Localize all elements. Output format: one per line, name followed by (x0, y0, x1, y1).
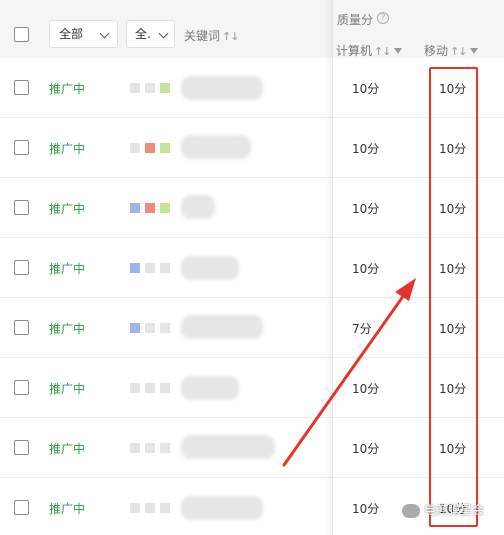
watermark: 电商弹星会 (402, 501, 484, 518)
annotation-arrow-icon (282, 278, 416, 467)
wechat-icon (402, 503, 420, 518)
watermark-text: 电商弹星会 (424, 503, 485, 517)
